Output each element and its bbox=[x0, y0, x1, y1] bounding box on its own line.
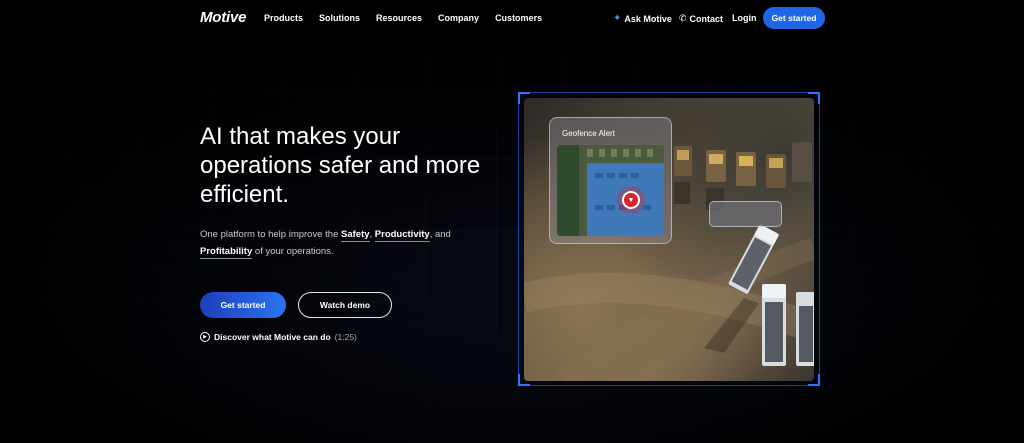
nav-get-started-button[interactable]: Get started bbox=[763, 7, 825, 29]
nav-item-products[interactable]: Products bbox=[264, 13, 303, 23]
hero-get-started-button[interactable]: Get started bbox=[200, 292, 286, 318]
discover-label: Discover what Motive can do bbox=[214, 332, 331, 342]
nav-links: Products Solutions Resources Company Cus… bbox=[264, 13, 558, 23]
geofence-map bbox=[557, 145, 664, 236]
nav-item-resources[interactable]: Resources bbox=[376, 13, 422, 23]
play-icon: ▶ bbox=[200, 332, 210, 342]
subtext-prefix: One platform to help improve the bbox=[200, 229, 341, 240]
profitability-link[interactable]: Profitability bbox=[200, 246, 253, 259]
geofence-map-illustration bbox=[557, 145, 664, 236]
video-duration: (1:25) bbox=[334, 332, 357, 342]
nav-item-customers[interactable]: Customers bbox=[495, 13, 542, 23]
top-nav: Motive Products Solutions Resources Comp… bbox=[0, 0, 1024, 36]
geofence-alert-title: Geofence Alert bbox=[562, 129, 615, 138]
safety-link[interactable]: Safety bbox=[341, 229, 370, 242]
ask-motive-link[interactable]: ✦ Ask Motive bbox=[613, 13, 672, 24]
contact-label: Contact bbox=[689, 13, 724, 24]
hero-subtext: One platform to help improve the Safety,… bbox=[200, 226, 470, 260]
vehicle-alert-box bbox=[709, 201, 782, 227]
phone-icon: ✆ bbox=[679, 13, 687, 23]
nav-item-company[interactable]: Company bbox=[438, 13, 479, 23]
location-pin-icon: ▼ bbox=[622, 191, 640, 209]
motive-logo[interactable]: Motive bbox=[200, 9, 247, 26]
background-grid bbox=[0, 0, 1024, 443]
subtext-sep-1: , bbox=[369, 229, 375, 240]
productivity-link[interactable]: Productivity bbox=[374, 229, 430, 242]
subtext-suffix: of your operations. bbox=[252, 246, 334, 257]
discover-video-link[interactable]: ▶ Discover what Motive can do (1:25) bbox=[200, 332, 357, 342]
watch-demo-button[interactable]: Watch demo bbox=[298, 292, 392, 318]
contact-link[interactable]: ✆ Contact bbox=[679, 13, 723, 24]
login-link[interactable]: Login bbox=[732, 13, 757, 23]
hero-headline: AI that makes your operations safer and … bbox=[200, 123, 481, 208]
nav-item-solutions[interactable]: Solutions bbox=[319, 13, 360, 23]
sparkle-icon: ✦ bbox=[613, 13, 622, 24]
ask-motive-label: Ask Motive bbox=[624, 13, 672, 24]
subtext-sep-2: , and bbox=[429, 229, 451, 240]
